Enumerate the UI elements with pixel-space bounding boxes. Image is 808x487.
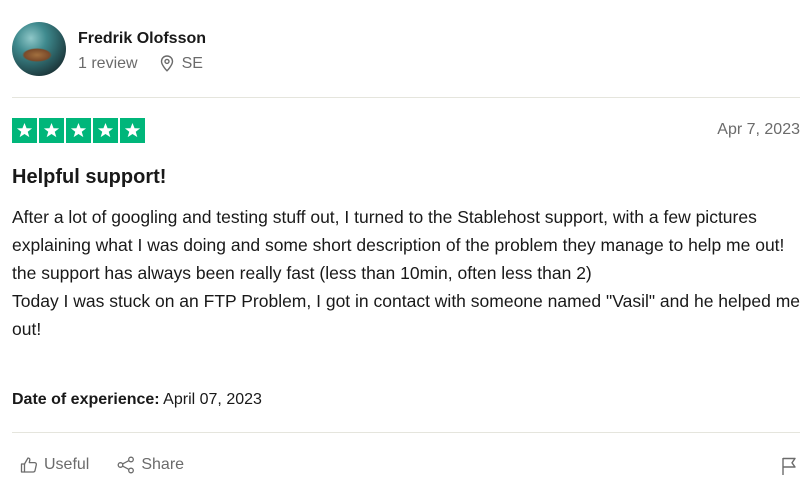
avatar[interactable] (12, 22, 66, 76)
star-icon (93, 118, 118, 143)
reviewer-location: SE (160, 55, 203, 73)
review-title[interactable]: Helpful support! (12, 166, 166, 189)
experience-date: April 07, 2023 (163, 391, 262, 408)
star-icon (12, 118, 37, 143)
review-count: 1 review (78, 54, 138, 72)
share-icon (117, 456, 135, 474)
location-label: SE (181, 54, 203, 72)
reviewer-name[interactable]: Fredrik Olofsson (78, 30, 206, 48)
reviewer-info: Fredrik Olofsson 1 review SE (78, 26, 206, 73)
divider (12, 432, 800, 433)
experience-label: Date of experience: (12, 391, 160, 408)
thumbs-up-icon (20, 457, 38, 473)
reviewer-meta: 1 review SE (78, 55, 206, 73)
star-icon (66, 118, 91, 143)
review-paragraph: After a lot of googling and testing stuf… (12, 207, 785, 283)
review-actions: Useful Share (20, 456, 212, 474)
divider (12, 97, 800, 98)
flag-icon (782, 457, 796, 475)
review-paragraph: Today I was stuck on an FTP Problem, I g… (12, 291, 801, 339)
date-of-experience: Date of experience: April 07, 2023 (12, 391, 262, 409)
location-pin-icon (160, 55, 173, 72)
review-body: After a lot of googling and testing stuf… (12, 203, 802, 343)
review-date: Apr 7, 2023 (717, 121, 800, 138)
report-button[interactable] (780, 456, 798, 481)
share-label: Share (141, 456, 185, 473)
star-icon (120, 118, 145, 143)
star-rating (12, 118, 145, 143)
star-icon (39, 118, 64, 143)
share-button[interactable]: Share (117, 456, 184, 474)
useful-button[interactable]: Useful (20, 456, 89, 474)
useful-label: Useful (44, 456, 90, 473)
reviewer-header: Fredrik Olofsson 1 review SE (12, 22, 206, 76)
